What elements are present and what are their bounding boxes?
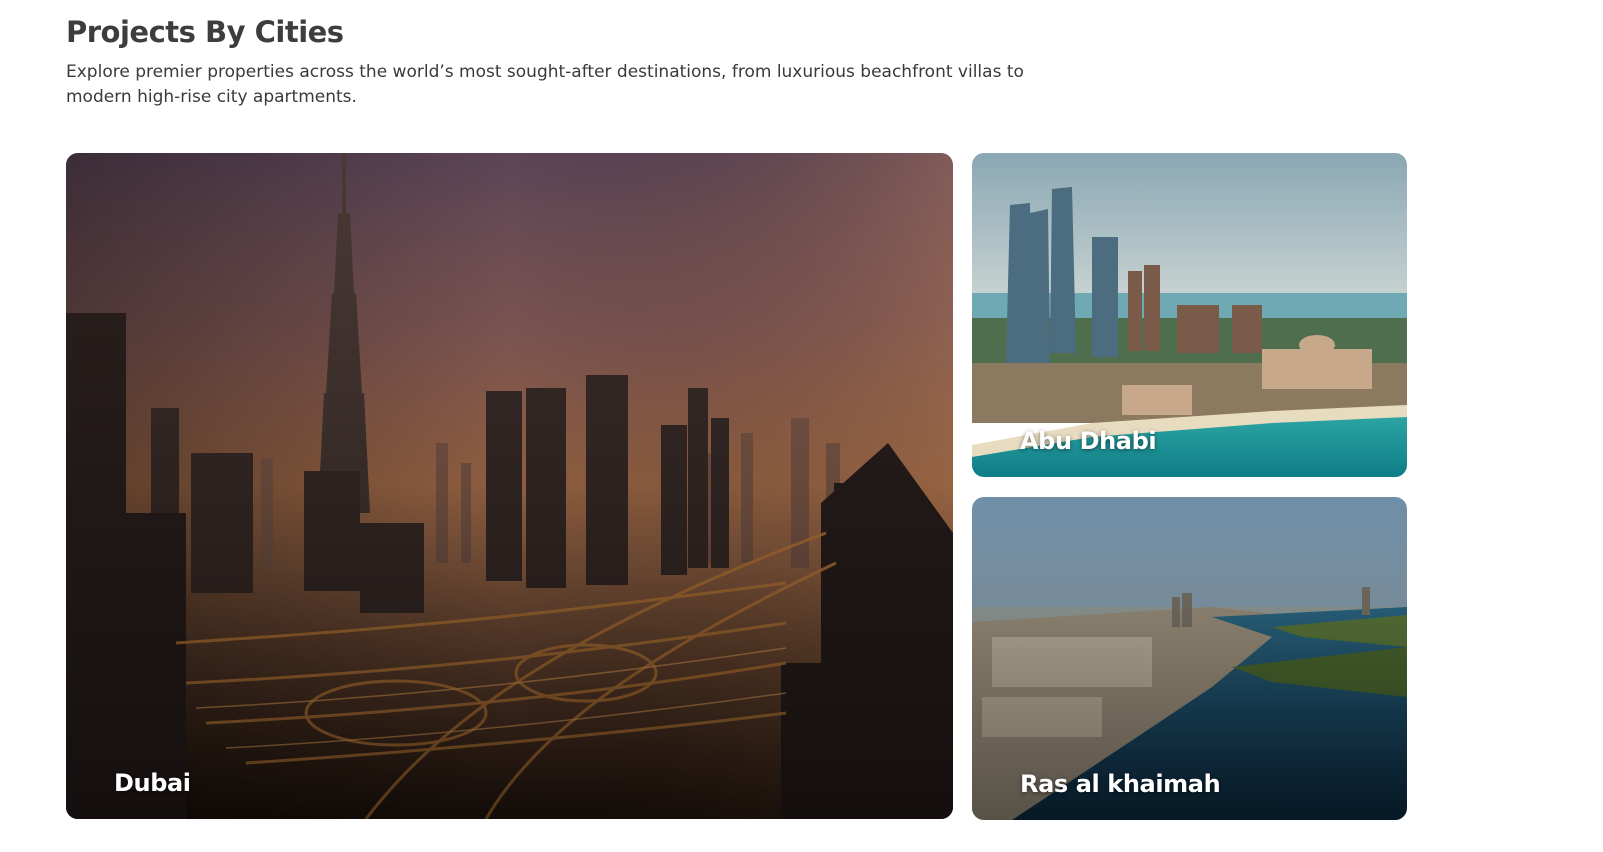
city-name-abu-dhabi: Abu Dhabi xyxy=(1020,427,1157,455)
dubai-skyline-image xyxy=(66,153,953,819)
city-card-dubai[interactable]: Dubai xyxy=(66,153,953,819)
city-card-abu-dhabi[interactable]: Abu Dhabi xyxy=(972,153,1407,477)
projects-by-cities-section: Projects By Cities Explore premier prope… xyxy=(0,0,1603,852)
city-card-ras-al-khaimah[interactable]: Ras al khaimah xyxy=(972,497,1407,820)
section-title: Projects By Cities xyxy=(66,15,344,49)
city-name-dubai: Dubai xyxy=(114,769,191,797)
section-subtitle: Explore premier properties across the wo… xyxy=(66,62,1024,107)
city-name-ras-al-khaimah: Ras al khaimah xyxy=(1020,770,1221,798)
